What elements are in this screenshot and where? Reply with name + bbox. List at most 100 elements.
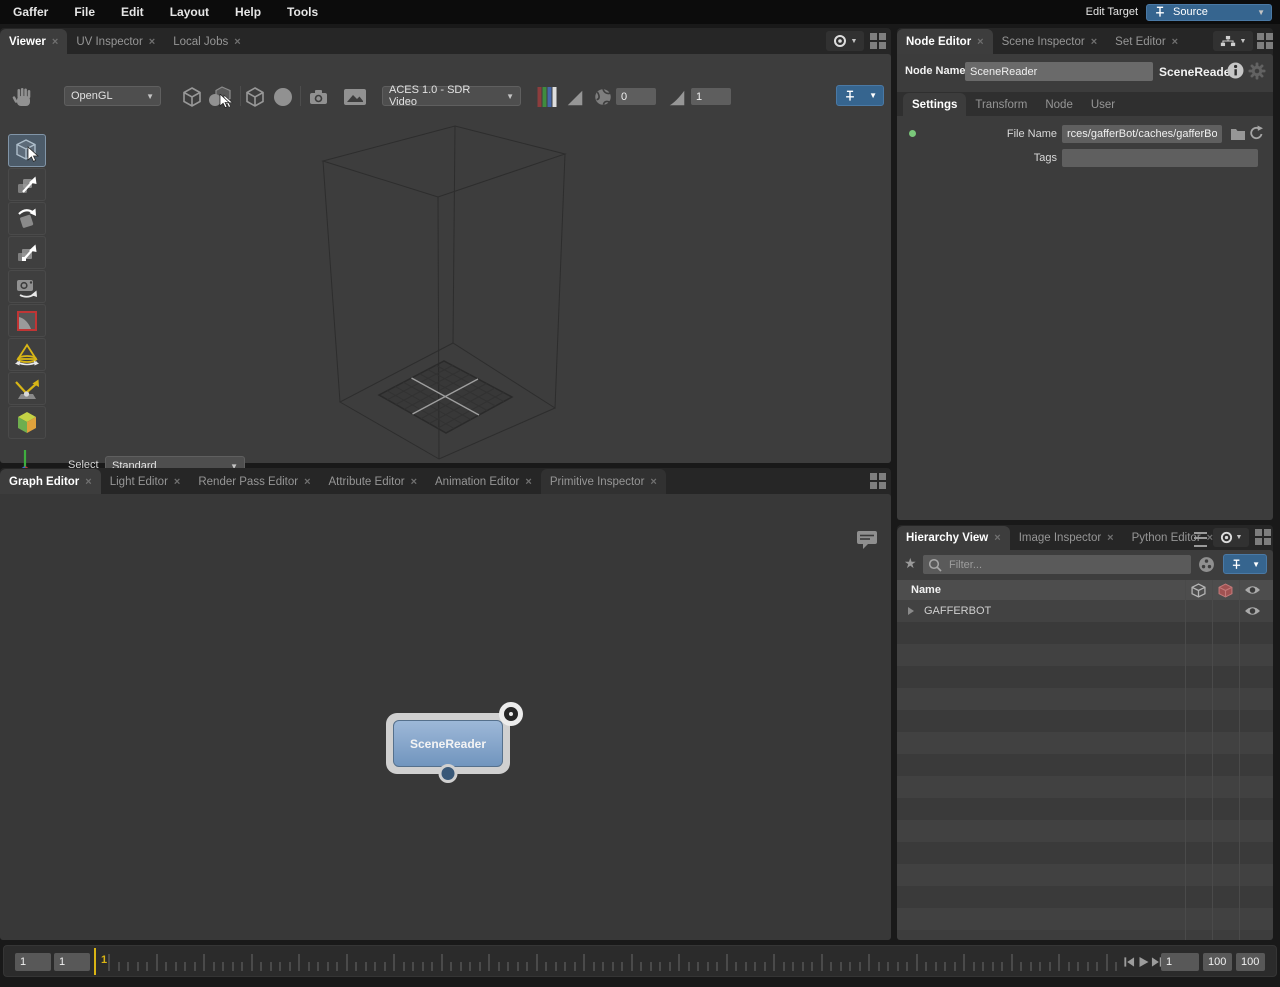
tab-node[interactable]: Node: [1036, 93, 1082, 116]
playhead[interactable]: [94, 948, 96, 975]
scale-tool[interactable]: [8, 236, 46, 269]
tab-animation-editor[interactable]: Animation Editor ×: [426, 469, 541, 494]
shading-cube-button[interactable]: [243, 85, 267, 109]
tab-local-jobs[interactable]: Local Jobs ×: [164, 29, 249, 54]
tab-set-editor[interactable]: Set Editor ×: [1106, 29, 1187, 54]
close-icon[interactable]: ×: [52, 36, 58, 48]
graph-editor-body[interactable]: SceneReader: [0, 494, 891, 940]
gamma-field[interactable]: [691, 88, 731, 105]
bookmarks-star-icon[interactable]: ★: [904, 555, 917, 572]
annotation-icon[interactable]: [856, 530, 878, 551]
exposure-button[interactable]: [564, 87, 586, 109]
tab-transform[interactable]: Transform: [966, 93, 1036, 116]
node-name-field[interactable]: [965, 62, 1153, 81]
layout-grid-icon[interactable]: [1257, 33, 1273, 49]
edit-target-dropdown[interactable]: Source ▼: [1146, 3, 1272, 21]
hierarchy-pin-dropdown[interactable]: ▼: [1223, 554, 1267, 574]
hamburger-icon[interactable]: [1194, 532, 1207, 547]
channels-button[interactable]: [536, 86, 558, 108]
tab-hierarchy-view[interactable]: Hierarchy View ×: [897, 526, 1010, 550]
tab-settings[interactable]: Settings: [903, 93, 967, 116]
tab-uv-inspector[interactable]: UV Inspector ×: [67, 29, 164, 54]
menu-tools[interactable]: Tools: [274, 0, 331, 24]
filter-input[interactable]: [923, 555, 1191, 574]
visibility-eye-icon[interactable]: [1244, 584, 1261, 596]
viewer-pin-dropdown[interactable]: ▼: [836, 85, 884, 106]
tab-light-editor[interactable]: Light Editor ×: [101, 469, 190, 494]
rotate-tool[interactable]: [8, 202, 46, 235]
timeline-end-field[interactable]: [1236, 953, 1265, 971]
exposure-field[interactable]: [616, 88, 656, 105]
menu-help[interactable]: Help: [222, 0, 274, 24]
hierarchy-target-dropdown[interactable]: ▼: [1213, 528, 1249, 547]
layout-grid-icon[interactable]: [1255, 529, 1271, 545]
light-tool[interactable]: [8, 338, 46, 371]
close-icon[interactable]: ×: [149, 36, 155, 48]
node-output-port[interactable]: [438, 764, 458, 783]
skip-to-start-icon[interactable]: [1123, 956, 1135, 968]
close-icon[interactable]: ×: [174, 476, 180, 488]
layout-grid-icon[interactable]: [870, 473, 886, 489]
tab-viewer[interactable]: Viewer ×: [0, 29, 68, 54]
info-icon[interactable]: [1227, 62, 1244, 79]
aperture-button[interactable]: [592, 86, 614, 108]
light-position-tool[interactable]: [8, 372, 46, 405]
frame-ruler[interactable]: [108, 949, 1120, 975]
tab-render-pass-editor[interactable]: Render Pass Editor ×: [189, 469, 319, 494]
display-transform-dropdown[interactable]: ACES 1.0 - SDR Video ▼: [382, 84, 521, 108]
set-filter-icon[interactable]: [1198, 556, 1215, 573]
close-icon[interactable]: ×: [1172, 36, 1178, 48]
close-icon[interactable]: ×: [411, 476, 417, 488]
close-icon[interactable]: ×: [234, 36, 240, 48]
gear-icon[interactable]: [1248, 62, 1266, 80]
select-tool[interactable]: [8, 134, 46, 167]
close-icon[interactable]: ×: [1107, 532, 1113, 544]
exclude-cube-icon[interactable]: [1218, 583, 1233, 598]
close-icon[interactable]: ×: [650, 476, 656, 488]
expander-icon[interactable]: [908, 607, 914, 615]
translate-tool[interactable]: [8, 168, 46, 201]
crop-window-tool[interactable]: [8, 304, 46, 337]
eye-icon[interactable]: [1244, 605, 1261, 617]
camera-tool[interactable]: [8, 270, 46, 303]
viewer-target-dropdown[interactable]: ▼: [826, 31, 864, 51]
close-icon[interactable]: ×: [304, 476, 310, 488]
renderer-dropdown[interactable]: OpenGL ▼: [64, 86, 161, 106]
scene-cube-icon[interactable]: [1191, 583, 1206, 598]
camera-settings-button[interactable]: [305, 85, 332, 109]
tab-attribute-editor[interactable]: Attribute Editor ×: [320, 469, 427, 494]
tab-primitive-inspector[interactable]: Primitive Inspector ×: [540, 469, 666, 494]
tab-graph-editor[interactable]: Graph Editor ×: [0, 469, 101, 494]
play-icon[interactable]: [1138, 956, 1150, 968]
shading-sphere-button[interactable]: [271, 85, 295, 109]
menu-layout[interactable]: Layout: [157, 0, 222, 24]
timeline-start-field[interactable]: [15, 953, 51, 971]
render-view-button[interactable]: [341, 85, 369, 109]
timeline-range-end-field[interactable]: [1203, 953, 1232, 971]
tags-field[interactable]: [1062, 149, 1258, 167]
tab-node-editor[interactable]: Node Editor ×: [897, 29, 993, 54]
pan-tool-button[interactable]: [8, 84, 38, 111]
follow-node-dropdown[interactable]: ▼: [1213, 31, 1253, 51]
menu-edit[interactable]: Edit: [108, 0, 157, 24]
file-name-field[interactable]: [1062, 125, 1222, 143]
close-icon[interactable]: ×: [994, 532, 1000, 544]
folder-icon[interactable]: [1230, 127, 1246, 141]
tab-user[interactable]: User: [1082, 93, 1124, 116]
tab-image-inspector[interactable]: Image Inspector ×: [1010, 526, 1123, 550]
focus-indicator[interactable]: [499, 702, 523, 726]
crop-box-tool[interactable]: [8, 406, 46, 439]
scene-reader-node[interactable]: SceneReader: [386, 713, 510, 783]
menu-file[interactable]: File: [61, 0, 108, 24]
name-column-header[interactable]: Name: [911, 584, 941, 596]
timeline-frame-field[interactable]: [1161, 953, 1199, 971]
close-icon[interactable]: ×: [977, 36, 983, 48]
refresh-icon[interactable]: [1249, 125, 1264, 141]
close-icon[interactable]: ×: [525, 476, 531, 488]
table-row-gafferbot[interactable]: GAFFERBOT: [897, 600, 1273, 622]
menu-gaffer[interactable]: Gaffer: [0, 0, 61, 24]
drawing-mode-button[interactable]: [180, 85, 204, 109]
gamma-button[interactable]: [666, 87, 688, 109]
close-icon[interactable]: ×: [1091, 36, 1097, 48]
tab-scene-inspector[interactable]: Scene Inspector ×: [993, 29, 1107, 54]
